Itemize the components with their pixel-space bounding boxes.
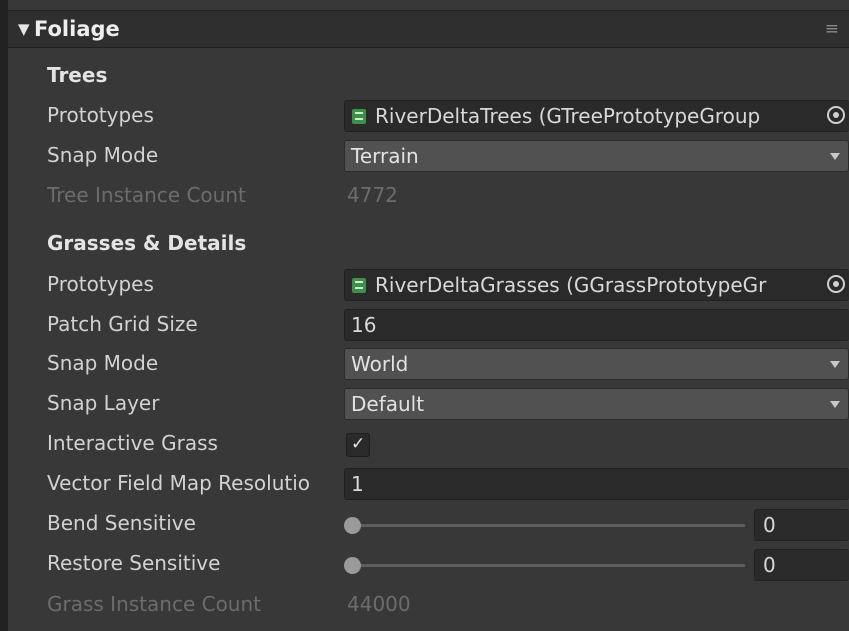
bend-sensitive-label: Bend Sensitive [47, 511, 196, 535]
foliage-section-header[interactable]: ▼ Foliage ≡ [8, 10, 849, 48]
grass-snap-mode-dropdown[interactable]: World [344, 348, 849, 380]
vector-field-res-label: Vector Field Map Resolutio [47, 471, 310, 495]
interactive-grass-label: Interactive Grass [47, 431, 218, 455]
hamburger-menu-icon[interactable]: ≡ [825, 19, 839, 39]
snap-layer-row: Snap Layer Default [8, 385, 849, 425]
restore-sensitive-value: 0 [763, 553, 776, 577]
grass-prototypes-object-field[interactable]: RiverDeltaGrasses (GGrassPrototypeGr [344, 269, 849, 301]
tree-prototypes-row: Prototypes RiverDeltaTrees (GTreePrototy… [8, 97, 849, 137]
grasses-heading: Grasses & Details [47, 231, 247, 255]
tree-instance-count-row: Tree Instance Count 4772 [8, 177, 849, 217]
bend-sensitive-slider-track[interactable] [354, 524, 745, 527]
dropdown-caret-icon [830, 361, 840, 368]
grass-prototypes-label: Prototypes [47, 272, 154, 296]
tree-prototypes-object-field[interactable]: RiverDeltaTrees (GTreePrototypeGroup [344, 100, 849, 132]
grass-snap-mode-value: World [351, 352, 409, 376]
restore-sensitive-slider-thumb[interactable] [344, 557, 361, 574]
vector-field-res-input[interactable]: 1 [344, 468, 849, 500]
tree-snap-mode-value: Terrain [351, 144, 419, 168]
bend-sensitive-input[interactable]: 0 [754, 509, 849, 541]
vector-field-res-value: 1 [351, 472, 364, 496]
snap-layer-dropdown[interactable]: Default [344, 388, 849, 420]
tree-snap-mode-row: Snap Mode Terrain [8, 137, 849, 177]
grass-instance-count-label: Grass Instance Count [47, 592, 261, 616]
restore-sensitive-input[interactable]: 0 [754, 549, 849, 581]
trees-heading: Trees [47, 63, 108, 87]
dropdown-caret-icon [830, 401, 840, 408]
tree-prototypes-label: Prototypes [47, 103, 154, 127]
bend-sensitive-value: 0 [763, 513, 776, 537]
bend-sensitive-row: Bend Sensitive 0 [8, 505, 849, 545]
interactive-grass-row: Interactive Grass ✓ [8, 425, 849, 465]
patch-grid-size-input[interactable]: 16 [344, 309, 849, 341]
dropdown-caret-icon [830, 153, 840, 160]
restore-sensitive-row: Restore Sensitive 0 [8, 545, 849, 585]
interactive-grass-checkbox[interactable]: ✓ [346, 433, 370, 457]
patch-grid-size-row: Patch Grid Size 16 [8, 306, 849, 346]
restore-sensitive-slider-track[interactable] [354, 564, 745, 567]
restore-sensitive-label: Restore Sensitive [47, 551, 221, 575]
triangle-down-icon[interactable]: ▼ [18, 20, 30, 38]
object-picker-icon[interactable] [827, 275, 845, 293]
bend-sensitive-slider-thumb[interactable] [344, 517, 361, 534]
trees-section: Trees [8, 57, 849, 97]
tree-snap-mode-dropdown[interactable]: Terrain [344, 140, 849, 172]
tree-prototype-asset-icon [352, 109, 366, 124]
vector-field-res-row: Vector Field Map Resolutio 1 [8, 465, 849, 505]
tree-instance-count-value: 4772 [347, 183, 398, 207]
grasses-section: Grasses & Details [8, 225, 849, 265]
grass-prototype-asset-icon [352, 278, 366, 293]
grass-prototypes-row: Prototypes RiverDeltaGrasses (GGrassProt… [8, 266, 849, 306]
grass-snap-mode-row: Snap Mode World [8, 345, 849, 385]
grass-snap-mode-label: Snap Mode [47, 351, 159, 375]
tree-snap-mode-label: Snap Mode [47, 143, 159, 167]
snap-layer-label: Snap Layer [47, 391, 160, 415]
patch-grid-size-value: 16 [351, 313, 377, 337]
section-title: Foliage [34, 17, 120, 41]
patch-grid-size-label: Patch Grid Size [47, 312, 198, 336]
grass-instance-count-value: 44000 [347, 592, 411, 616]
object-picker-icon[interactable] [827, 106, 845, 124]
grass-prototypes-value: RiverDeltaGrasses (GGrassPrototypeGr [375, 273, 767, 297]
grass-instance-count-row: Grass Instance Count 44000 [8, 586, 849, 626]
snap-layer-value: Default [351, 392, 425, 416]
tree-prototypes-value: RiverDeltaTrees (GTreePrototypeGroup [375, 104, 761, 128]
checkmark-icon: ✓ [351, 434, 366, 454]
tree-instance-count-label: Tree Instance Count [47, 183, 246, 207]
